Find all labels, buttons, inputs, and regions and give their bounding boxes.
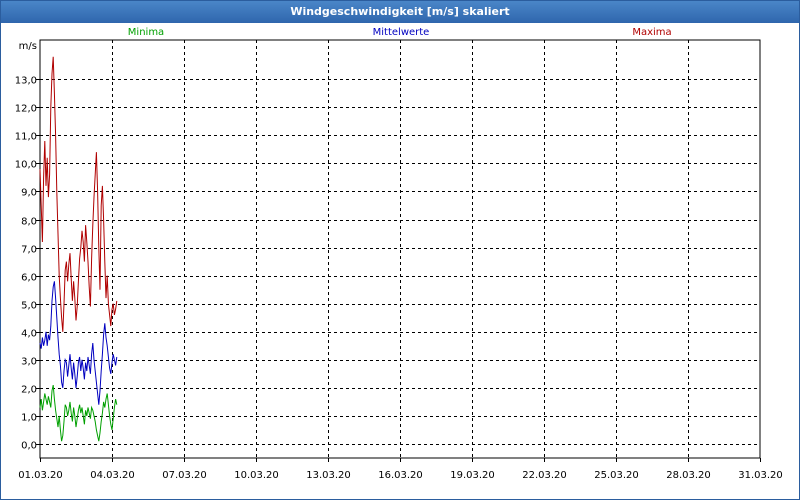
y-axis-label: m/s [19,41,37,52]
x-tick-label: 07.03.20 [162,470,207,481]
y-tick-label: 10,0 [15,160,37,171]
y-tick-label: 6,0 [21,273,37,284]
x-tick-label: 19.03.20 [450,470,495,481]
x-tick-label: 22.03.20 [522,470,567,481]
y-tick-label: 5,0 [21,301,37,312]
y-tick-label: 12,0 [15,104,37,115]
series-line-minima [39,384,118,442]
x-tick-label: 01.03.20 [18,470,63,481]
y-tick-label: 11,0 [15,132,37,143]
y-tick-label: 3,0 [21,357,37,368]
y-tick-label: 13,0 [15,76,37,87]
y-tick-label: 2,0 [21,385,37,396]
chart: m/s Minima Mittelwerte Maxima 0,0 1,0 2,0 3… [15,27,783,481]
y-tick-label: 8,0 [21,217,37,228]
x-tick-label: 25.03.20 [594,470,639,481]
x-tick-label: 04.03.20 [90,470,135,481]
legend-maxima: Maxima [632,27,671,38]
x-tick-label: 28.03.20 [666,470,711,481]
x-tick-label: 13.03.20 [306,470,351,481]
plot-area: 0,0 1,0 2,0 3,0 4,0 5,0 6,0 7,0 8,0 9,0 10,0 11,0 12… [15,39,783,481]
y-tick-label: 1,0 [21,413,37,424]
series-line-maxima [39,56,118,332]
y-tick-label: 9,0 [21,188,37,199]
x-tick-label: 16.03.20 [378,470,423,481]
series-line-mittelwerte [39,281,118,405]
legend-minima: Minima [128,27,164,38]
y-tick-label: 0,0 [21,441,37,452]
y-tick-label: 7,0 [21,245,37,256]
x-tick-label: 31.03.20 [738,470,783,481]
x-tick-label: 10.03.20 [234,470,279,481]
legend-mittelwerte: Mittelwerte [373,27,430,38]
y-tick-label: 4,0 [21,329,37,340]
